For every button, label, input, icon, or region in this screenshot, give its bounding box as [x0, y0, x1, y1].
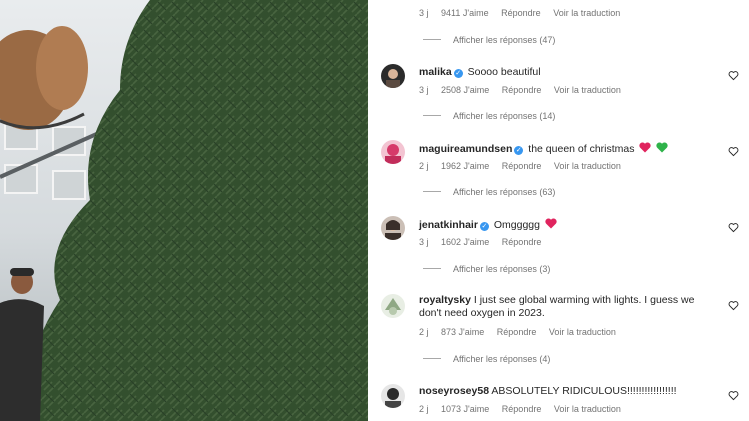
- heart-like-icon[interactable]: [728, 70, 739, 81]
- replies-line: [423, 191, 441, 192]
- comment-time: 3 j: [419, 237, 429, 247]
- comment-body: Soooo beautiful: [467, 66, 541, 78]
- comment-username[interactable]: noseyrosey58: [419, 385, 489, 397]
- replies-line: [423, 268, 441, 269]
- replies-line: [423, 115, 441, 116]
- comment-text: malika ✓ Soooo beautiful: [419, 66, 541, 78]
- comment-likes[interactable]: 1962 J'aime: [441, 161, 489, 171]
- comment-username[interactable]: malika: [419, 66, 452, 78]
- comment-time: 3 j: [419, 85, 429, 95]
- view-replies-button[interactable]: Afficher les réponses (3): [423, 264, 550, 274]
- avatar[interactable]: [381, 384, 405, 408]
- reply-button[interactable]: Répondre: [502, 237, 542, 247]
- comment-meta: 2 j 873 J'aime Répondre Voir la traducti…: [419, 327, 626, 337]
- post-photo[interactable]: [0, 0, 368, 421]
- comment-likes[interactable]: 1073 J'aime: [441, 404, 489, 414]
- comment-username[interactable]: maguireamundsen: [419, 143, 512, 155]
- replies-line: [423, 39, 441, 40]
- avatar[interactable]: [381, 140, 405, 164]
- reply-button[interactable]: Répondre: [497, 327, 537, 337]
- view-replies-button[interactable]: Afficher les réponses (14): [423, 111, 555, 121]
- comment-meta: 3 j 2508 J'aime Répondre Voir la traduct…: [419, 85, 631, 95]
- heart-like-icon[interactable]: [728, 222, 739, 233]
- heart-like-icon[interactable]: [728, 146, 739, 157]
- comment-time: 3 j: [419, 8, 429, 18]
- comment-item: maguireamundsen ✓ the queen of christmas …: [368, 138, 749, 198]
- comment-body: Omggggg: [493, 219, 540, 231]
- comment-text: noseyrosey58 ABSOLUTELY RIDICULOUS!!!!!!…: [419, 385, 677, 397]
- previous-comment-meta: 3 j 9411 J'aime Répondre Voir la traduct…: [419, 8, 630, 18]
- verified-badge-icon: ✓: [514, 146, 524, 155]
- avatar[interactable]: [381, 294, 405, 318]
- comment-meta: 2 j 1073 J'aime Répondre Voir la traduct…: [419, 404, 631, 414]
- comment-meta: 2 j 1962 J'aime Répondre Voir la traduct…: [419, 161, 631, 171]
- comment-text: royaltysky I just see global warming wit…: [419, 294, 709, 320]
- heart-like-icon[interactable]: [728, 300, 739, 311]
- verified-badge-icon: ✓: [453, 69, 463, 78]
- translate-button[interactable]: Voir la traduction: [554, 161, 621, 171]
- photo-person: [0, 268, 44, 421]
- comment-username[interactable]: royaltysky: [419, 294, 471, 306]
- view-replies-button[interactable]: Afficher les réponses (4): [423, 354, 550, 364]
- comment-likes[interactable]: 1602 J'aime: [441, 237, 489, 247]
- comment-time: 2 j: [419, 327, 429, 337]
- comment-item: noseyrosey58 ABSOLUTELY RIDICULOUS!!!!!!…: [368, 382, 749, 421]
- comment-likes[interactable]: 9411 J'aime: [441, 8, 489, 18]
- reply-button[interactable]: Répondre: [502, 404, 542, 414]
- comment-meta: 3 j 1602 J'aime Répondre: [419, 237, 551, 247]
- green-heart-icon: [656, 142, 668, 153]
- comment-text: maguireamundsen ✓ the queen of christmas: [419, 142, 668, 155]
- red-heart-icon: [639, 142, 652, 153]
- comment-time: 2 j: [419, 161, 429, 171]
- comment-item: royaltysky I just see global warming wit…: [368, 292, 749, 372]
- verified-badge-icon: ✓: [479, 222, 489, 231]
- translate-button[interactable]: Voir la traduction: [553, 8, 620, 18]
- reply-button[interactable]: Répondre: [502, 85, 542, 95]
- red-heart-icon: [545, 218, 557, 229]
- reply-button[interactable]: Répondre: [501, 8, 541, 18]
- translate-button[interactable]: Voir la traduction: [554, 404, 621, 414]
- translate-button[interactable]: Voir la traduction: [549, 327, 616, 337]
- comments-panel: 3 j 9411 J'aime Répondre Voir la traduct…: [368, 0, 749, 421]
- translate-button[interactable]: Voir la traduction: [554, 85, 621, 95]
- view-replies-button[interactable]: Afficher les réponses (63): [423, 187, 555, 197]
- replies-line: [423, 358, 441, 359]
- comment-body: the queen of christmas: [528, 143, 635, 155]
- comment-item: jenatkinhair ✓ Omggggg 3 j 1602 J'aime Ré…: [368, 214, 749, 274]
- avatar[interactable]: [381, 216, 405, 240]
- heart-like-icon[interactable]: [728, 390, 739, 401]
- comment-item: malika ✓ Soooo beautiful 3 j 2508 J'aime …: [368, 62, 749, 122]
- photo-christmas-tree: [28, 0, 368, 421]
- comment-time: 2 j: [419, 404, 429, 414]
- view-replies-button[interactable]: Afficher les réponses (47): [423, 35, 555, 45]
- comment-body: ABSOLUTELY RIDICULOUS!!!!!!!!!!!!!!!!!: [491, 385, 677, 397]
- comment-username[interactable]: jenatkinhair: [419, 219, 478, 231]
- comment-likes[interactable]: 2508 J'aime: [441, 85, 489, 95]
- comment-text: jenatkinhair ✓ Omggggg: [419, 218, 557, 231]
- avatar[interactable]: [381, 64, 405, 88]
- comment-likes[interactable]: 873 J'aime: [441, 327, 484, 337]
- reply-button[interactable]: Répondre: [502, 161, 542, 171]
